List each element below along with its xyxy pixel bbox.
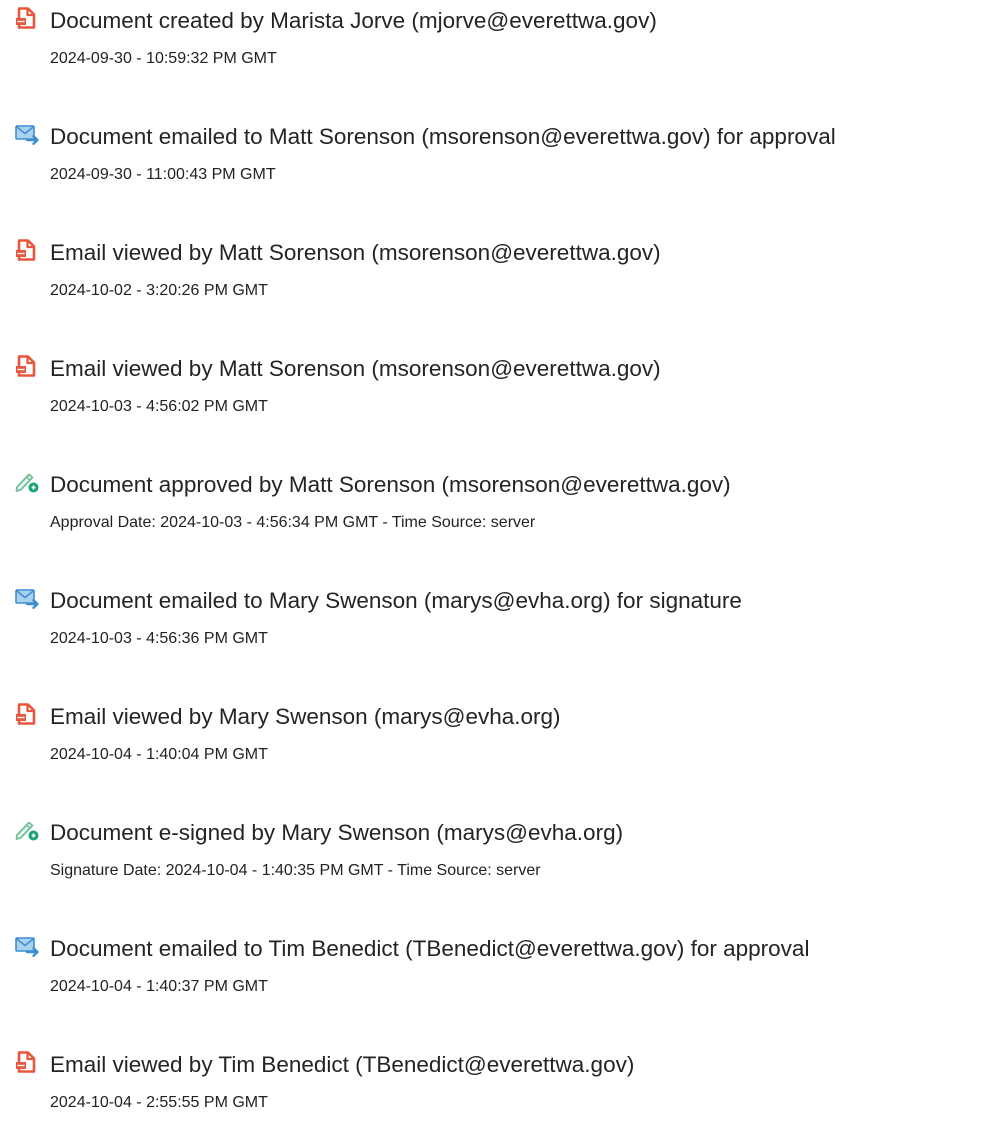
- event-title: Email viewed by Tim Benedict (TBenedict@…: [50, 1052, 635, 1077]
- event-title: Document emailed to Mary Swenson (marys@…: [50, 588, 742, 613]
- audit-event-0: Document created by Marista Jorve (mjorv…: [0, 0, 981, 80]
- event-title: Email viewed by Matt Sorenson (msorenson…: [50, 240, 661, 265]
- document-viewed-icon: [14, 238, 40, 262]
- email-sent-icon: [14, 586, 40, 610]
- event-title: Document e-signed by Mary Swenson (marys…: [50, 820, 624, 845]
- audit-event-8: Document emailed to Tim Benedict (TBened…: [0, 928, 981, 1008]
- e-sign-pen-icon: [14, 470, 40, 494]
- audit-event-6: Email viewed by Mary Swenson (marys@evha…: [0, 696, 981, 776]
- event-timestamp: 2024-10-04 - 2:55:55 PM GMT: [50, 1094, 268, 1111]
- event-title: Document approved by Matt Sorenson (msor…: [50, 472, 731, 497]
- email-sent-icon: [14, 934, 40, 958]
- audit-event-2: Email viewed by Matt Sorenson (msorenson…: [0, 232, 981, 312]
- email-sent-icon: [14, 122, 40, 146]
- audit-event-3: Email viewed by Matt Sorenson (msorenson…: [0, 348, 981, 428]
- audit-event-5: Document emailed to Mary Swenson (marys@…: [0, 580, 981, 660]
- event-timestamp: 2024-09-30 - 10:59:32 PM GMT: [50, 50, 277, 67]
- event-timestamp: 2024-10-04 - 1:40:37 PM GMT: [50, 978, 268, 995]
- audit-event-9: Email viewed by Tim Benedict (TBenedict@…: [0, 1044, 981, 1124]
- event-title: Email viewed by Matt Sorenson (msorenson…: [50, 356, 661, 381]
- event-timestamp: 2024-10-03 - 4:56:02 PM GMT: [50, 398, 268, 415]
- event-timestamp: Approval Date: 2024-10-03 - 4:56:34 PM G…: [50, 514, 536, 531]
- event-timestamp: 2024-09-30 - 11:00:43 PM GMT: [50, 166, 276, 183]
- document-viewed-icon: [14, 354, 40, 378]
- document-viewed-icon: [14, 1050, 40, 1074]
- event-title: Document created by Marista Jorve (mjorv…: [50, 8, 657, 33]
- event-timestamp: 2024-10-03 - 4:56:36 PM GMT: [50, 630, 268, 647]
- event-timestamp: 2024-10-04 - 1:40:04 PM GMT: [50, 746, 268, 763]
- event-timestamp: 2024-10-02 - 3:20:26 PM GMT: [50, 282, 268, 299]
- event-timestamp: Signature Date: 2024-10-04 - 1:40:35 PM …: [50, 862, 541, 879]
- audit-event-7: Document e-signed by Mary Swenson (marys…: [0, 812, 981, 892]
- audit-event-4: Document approved by Matt Sorenson (msor…: [0, 464, 981, 544]
- event-title: Document emailed to Matt Sorenson (msore…: [50, 124, 836, 149]
- event-title: Email viewed by Mary Swenson (marys@evha…: [50, 704, 561, 729]
- document-viewed-icon: [14, 702, 40, 726]
- event-title: Document emailed to Tim Benedict (TBened…: [50, 936, 810, 961]
- document-created-icon: [14, 6, 40, 30]
- audit-event-1: Document emailed to Matt Sorenson (msore…: [0, 116, 981, 196]
- e-sign-pen-icon: [14, 818, 40, 842]
